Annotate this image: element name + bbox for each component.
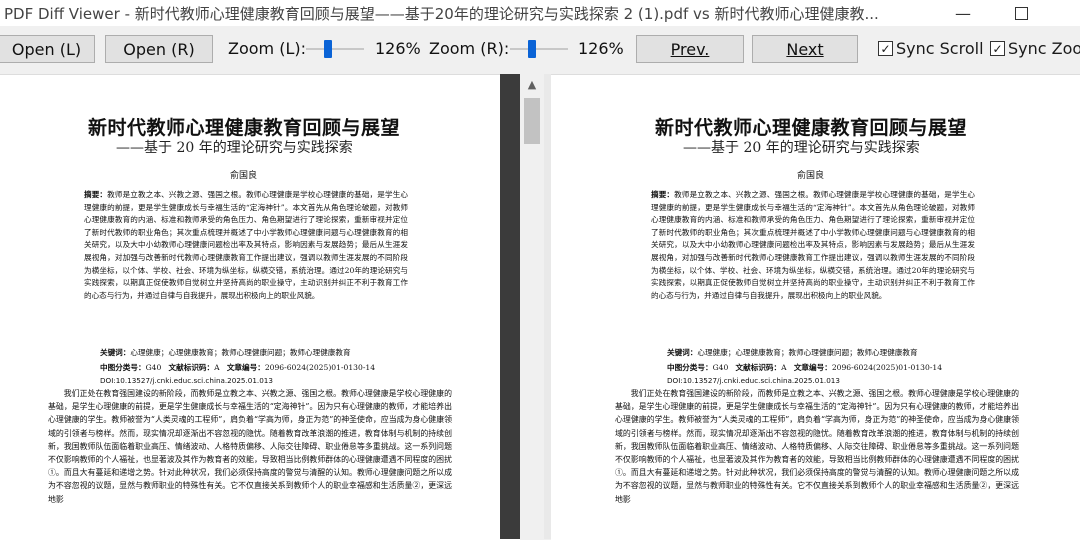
doc-code-label: 文献标识码： — [735, 363, 782, 372]
doc-title: 新时代教师心理健康教育回顾与展望 — [655, 117, 968, 139]
article-no-value: 2096-6024(2025)01-0130-14 — [831, 363, 943, 372]
slider-thumb[interactable] — [528, 40, 536, 58]
prev-button[interactable]: Prev. — [636, 35, 744, 63]
doc-doi: DOI:10.13527/j.cnki.educ.sci.china.2025.… — [667, 376, 840, 385]
right-document: 新时代教师心理健康教育回顾与展望 ——基于 20 年的理论研究与实践探索 俞国良… — [551, 75, 1080, 540]
scrollbar-thumb[interactable] — [524, 98, 540, 144]
doc-code-value: A — [781, 363, 787, 372]
minimize-button[interactable]: — — [940, 0, 986, 26]
maximize-button[interactable] — [998, 0, 1044, 26]
left-scrollbar[interactable]: ▲ — [520, 74, 544, 539]
doc-doi: DOI:10.13527/j.cnki.educ.sci.china.2025.… — [100, 376, 273, 385]
slider-thumb[interactable] — [324, 40, 332, 58]
doc-code-label: 文献标识码： — [168, 363, 215, 372]
clc-value: G40 — [145, 363, 162, 372]
doc-body: 我们正处在教育强国建设的新阶段，而教师是立教之本、兴教之源、强国之根。教师心理健… — [48, 389, 452, 504]
sync-zoom-checkbox[interactable]: ✓ Sync Zoo — [990, 39, 1080, 58]
abstract-label: 摘要： — [651, 190, 675, 199]
doc-body: 我们正处在教育强国建设的新阶段，而教师是立教之本、兴教之源、强国之根。教师心理健… — [615, 389, 1019, 504]
keywords-label: 关键词： — [667, 348, 698, 357]
title-bar: PDF Diff Viewer - 新时代教师心理健康教育回顾与展望——基于20… — [0, 0, 1080, 26]
doc-subtitle: ——基于 20 年的理论研究与实践探索 — [116, 140, 353, 156]
zoom-left-label: Zoom (L): — [228, 39, 306, 58]
article-no-label: 文章编号： — [226, 363, 265, 372]
zoom-right-label: Zoom (R): — [429, 39, 510, 58]
abstract-label: 摘要： — [84, 190, 108, 199]
keywords-label: 关键词： — [100, 348, 131, 357]
zoom-left-slider[interactable] — [306, 40, 364, 58]
left-pane-gutter — [500, 74, 520, 539]
open-left-button[interactable]: Open (L) — [0, 35, 95, 63]
slider-track — [510, 48, 568, 50]
maximize-icon — [1014, 6, 1028, 20]
clc-label: 中图分类号： — [667, 363, 713, 372]
zoom-left-value: 126% — [375, 39, 421, 58]
check-icon: ✓ — [990, 41, 1005, 56]
doc-meta: 中图分类号：G40 文献标识码：A 文章编号：2096-6024(2025)01… — [667, 362, 942, 373]
doc-code-value: A — [214, 363, 220, 372]
doc-abstract: 摘要：教师是立教之本、兴教之源、强国之根。教师心理健康是学校心理健康的基础，是学… — [84, 189, 408, 302]
doc-keywords: 关键词：心理健康；心理健康教育；教师心理健康问题；教师心理健康教育 — [100, 347, 351, 358]
clc-value: G40 — [712, 363, 729, 372]
doc-author: 俞国良 — [230, 171, 258, 181]
sync-scroll-checkbox[interactable]: ✓ Sync Scroll — [878, 39, 984, 58]
doc-keywords: 关键词：心理健康；心理健康教育；教师心理健康问题；教师心理健康教育 — [667, 347, 918, 358]
article-no-value: 2096-6024(2025)01-0130-14 — [264, 363, 376, 372]
keywords-text: 心理健康；心理健康教育；教师心理健康问题；教师心理健康教育 — [130, 348, 351, 357]
slider-track — [306, 48, 364, 50]
open-right-button[interactable]: Open (R) — [105, 35, 213, 63]
sync-scroll-label: Sync Scroll — [896, 39, 984, 58]
doc-author: 俞国良 — [797, 171, 825, 181]
sync-zoom-label: Sync Zoo — [1008, 39, 1080, 58]
check-icon: ✓ — [878, 41, 893, 56]
abstract-text: 教师是立教之本、兴教之源、强国之根。教师心理健康是学校心理健康的基础，是学生心理… — [84, 190, 408, 300]
zoom-right-slider[interactable] — [510, 40, 568, 58]
zoom-right-value: 126% — [578, 39, 624, 58]
minimize-icon: — — [955, 3, 971, 23]
left-pdf-pane[interactable]: 新时代教师心理健康教育回顾与展望 ——基于 20 年的理论研究与实践探索 俞国良… — [0, 74, 520, 540]
right-pdf-pane[interactable]: 新时代教师心理健康教育回顾与展望 ——基于 20 年的理论研究与实践探索 俞国良… — [551, 74, 1080, 540]
next-button[interactable]: Next — [752, 35, 858, 63]
pane-divider[interactable] — [544, 74, 551, 539]
clc-label: 中图分类号： — [100, 363, 146, 372]
doc-subtitle: ——基于 20 年的理论研究与实践探索 — [683, 140, 920, 156]
window-title: PDF Diff Viewer - 新时代教师心理健康教育回顾与展望——基于20… — [4, 4, 879, 23]
left-document: 新时代教师心理健康教育回顾与展望 ——基于 20 年的理论研究与实践探索 俞国良… — [0, 75, 500, 540]
doc-title: 新时代教师心理健康教育回顾与展望 — [88, 117, 401, 139]
doc-abstract: 摘要：教师是立教之本、兴教之源、强国之根。教师心理健康是学校心理健康的基础，是学… — [651, 189, 975, 302]
scroll-up-arrow-icon[interactable]: ▲ — [520, 78, 544, 91]
keywords-text: 心理健康；心理健康教育；教师心理健康问题；教师心理健康教育 — [697, 348, 918, 357]
abstract-text: 教师是立教之本、兴教之源、强国之根。教师心理健康是学校心理健康的基础，是学生心理… — [651, 190, 975, 300]
article-no-label: 文章编号： — [793, 363, 832, 372]
doc-meta: 中图分类号：G40 文献标识码：A 文章编号：2096-6024(2025)01… — [100, 362, 375, 373]
